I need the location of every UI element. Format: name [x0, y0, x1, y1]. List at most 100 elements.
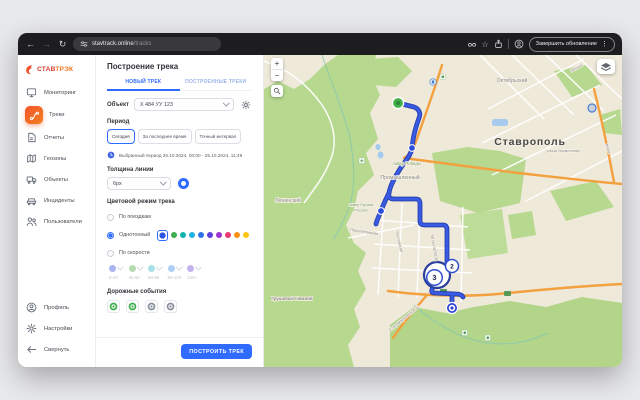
- sidebar-item-monitoring[interactable]: Мониторинг: [18, 82, 95, 103]
- sidebar-spacer: [18, 232, 95, 297]
- panel-footer: ПОСТРОИТЬ ТРЕК: [96, 337, 263, 359]
- period-recent-button[interactable]: За последнее время: [138, 129, 192, 144]
- track-end-marker[interactable]: [446, 302, 457, 313]
- road-event-toggle[interactable]: [107, 300, 120, 313]
- tab-new-track[interactable]: НОВЫЙ ТРЕК: [107, 76, 180, 91]
- color-swatch-row: [157, 230, 249, 241]
- profile-avatar-icon[interactable]: [514, 39, 524, 49]
- color-swatch[interactable]: [189, 232, 196, 239]
- color-swatch[interactable]: [198, 232, 205, 239]
- period-label: Период: [107, 119, 252, 125]
- map-canvas[interactable]: 2 3 Ставрополь Октябрьский Промышленный …: [264, 55, 622, 367]
- sidebar-item-settings[interactable]: Настройки: [18, 318, 95, 339]
- track-builder-panel: Построение трека НОВЫЙ ТРЕК ПОСТРОЕННЫЕ …: [96, 55, 264, 367]
- object-select[interactable]: Х 484 УУ 123: [134, 98, 234, 111]
- road-events-row: [107, 300, 252, 313]
- brand-logo[interactable]: СТАВТРЭК: [18, 60, 95, 82]
- reload-button[interactable]: ↻: [57, 40, 68, 49]
- car-incident-icon: [25, 194, 38, 207]
- district-label: Октябрьский: [497, 77, 528, 84]
- speed-ranges-row: 0-40 40-60 60-90 90-120 120+: [109, 265, 252, 280]
- street-label: улица Лермонтова: [547, 149, 581, 153]
- forward-button[interactable]: →: [41, 40, 52, 49]
- arrow-left-icon: [25, 343, 38, 356]
- sidebar-item-geozones[interactable]: Геозоны: [18, 148, 95, 169]
- install-app-icon[interactable]: [494, 39, 503, 49]
- track-node-dot[interactable]: [409, 145, 416, 152]
- brand-name: СТАВТРЭК: [37, 66, 73, 73]
- district-label: Ленинский: [275, 197, 301, 204]
- stavtrack-flame-icon: [25, 64, 34, 75]
- object-label: Объект: [107, 102, 129, 108]
- road-event-toggle[interactable]: [145, 300, 158, 313]
- sidebar-item-reports[interactable]: Отчеты: [18, 127, 95, 148]
- map-layers-button[interactable]: [597, 59, 615, 74]
- zoom-out-button[interactable]: −: [271, 70, 283, 81]
- toolbar-separator: [508, 39, 509, 49]
- sidebar-item-collapse[interactable]: Свернуть: [18, 339, 95, 360]
- browser-window: ← → ↻ stavtrack.online/tracks ☆ Завершит…: [18, 33, 622, 367]
- track-node-dot[interactable]: [378, 208, 385, 215]
- period-today-button[interactable]: Сегодня: [107, 129, 135, 144]
- history-clock-icon: [107, 151, 115, 159]
- sidebar-item-objects[interactable]: Объекты: [18, 169, 95, 190]
- track-color-preview[interactable]: [178, 178, 189, 189]
- selected-period-text: Выбранный период 25.10.2024, 00:00 - 25.…: [119, 153, 242, 158]
- sidebar-item-profile[interactable]: Профиль: [18, 297, 95, 318]
- radio-by-trips[interactable]: [107, 214, 114, 221]
- speed-range-item[interactable]: 90-120: [168, 265, 182, 280]
- map-search-button[interactable]: [271, 85, 283, 97]
- color-swatch[interactable]: [243, 232, 250, 239]
- gear-icon: [25, 322, 38, 335]
- zoom-in-button[interactable]: +: [271, 58, 283, 70]
- road-event-toggle[interactable]: [126, 300, 139, 313]
- sidebar-item-tracks[interactable]: Треки: [18, 103, 95, 127]
- period-exact-button[interactable]: Точный интервал: [195, 129, 242, 144]
- radio-by-speed[interactable]: [107, 250, 114, 257]
- speed-range-item[interactable]: 0-40: [109, 265, 123, 280]
- back-button[interactable]: ←: [25, 40, 36, 49]
- speed-range-item[interactable]: 60-90: [148, 265, 162, 280]
- address-bar[interactable]: stavtrack.online/tracks: [73, 37, 221, 51]
- color-swatch[interactable]: [225, 232, 232, 239]
- map-zoom-control: + −: [271, 58, 283, 81]
- chevron-down-icon: [160, 179, 166, 185]
- color-mode-trips-row: По поездкам: [107, 211, 252, 223]
- page-title: Построение трека: [107, 62, 252, 71]
- panel-tabs: НОВЫЙ ТРЕК ПОСТРОЕННЫЕ ТРЕКИ: [107, 76, 252, 91]
- toolbar-right-icons: ☆ Завершить обновление⋮: [467, 37, 616, 52]
- place-label: России: [354, 208, 367, 213]
- map-container: 2 3 Ставрополь Октябрьский Промышленный …: [264, 55, 622, 367]
- radio-solid[interactable]: [107, 232, 114, 239]
- road-event-toggle[interactable]: [164, 300, 177, 313]
- place-label: Грушевый Нижний: [271, 295, 313, 302]
- color-mode-speed-row: По скорости: [107, 247, 252, 259]
- color-swatch[interactable]: [207, 232, 214, 239]
- build-track-button[interactable]: ПОСТРОИТЬ ТРЕК: [181, 344, 252, 359]
- speed-range-item[interactable]: 40-60: [129, 265, 143, 280]
- color-swatch[interactable]: [180, 232, 187, 239]
- route-icon: [25, 106, 43, 124]
- glasses-icon[interactable]: [467, 40, 477, 49]
- browser-toolbar: ← → ↻ stavtrack.online/tracks ☆ Завершит…: [18, 33, 622, 55]
- color-swatch[interactable]: [216, 232, 223, 239]
- browser-menu-icon[interactable]: ⋮: [601, 40, 608, 48]
- color-mode-solid-row: Однотонный: [107, 229, 252, 241]
- line-thickness-label: Толщина линии: [107, 167, 252, 173]
- bookmark-star-icon[interactable]: ☆: [482, 40, 489, 49]
- track-start-marker[interactable]: [392, 97, 403, 108]
- speed-range-item[interactable]: 120+: [187, 265, 201, 280]
- site-info-icon: [80, 40, 88, 48]
- color-swatch[interactable]: [171, 232, 178, 239]
- sidebar-item-users[interactable]: Пользователи: [18, 211, 95, 232]
- color-swatch[interactable]: [157, 230, 168, 241]
- city-label: Ставрополь: [494, 136, 565, 148]
- tab-built-tracks[interactable]: ПОСТРОЕННЫЕ ТРЕКИ: [180, 76, 253, 90]
- finish-update-button[interactable]: Завершить обновление⋮: [529, 37, 615, 52]
- place-label: сквер Победы: [393, 161, 420, 166]
- url-text: stavtrack.online/tracks: [92, 41, 151, 47]
- sidebar-item-incidents[interactable]: Инциденты: [18, 190, 95, 211]
- object-settings-button[interactable]: [239, 98, 252, 111]
- color-swatch[interactable]: [234, 232, 241, 239]
- thickness-select[interactable]: 6px: [107, 177, 171, 190]
